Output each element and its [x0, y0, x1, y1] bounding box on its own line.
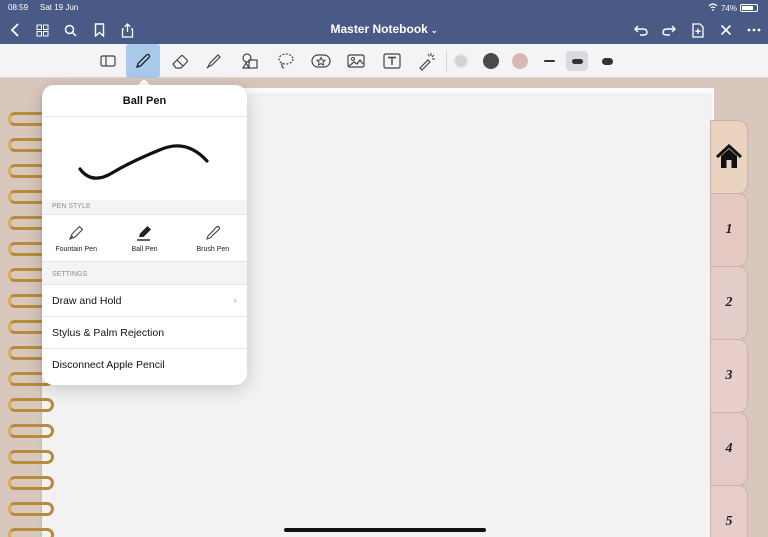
pen-style-brush[interactable]: Brush Pen — [179, 215, 247, 261]
add-page-icon — [692, 22, 704, 38]
tab-section-5[interactable]: 5 — [710, 485, 748, 537]
eraser-tool-button[interactable] — [166, 47, 194, 75]
status-bar: 08:59 Sat 19 Jun 74% — [0, 3, 768, 15]
undo-icon — [634, 25, 648, 36]
nav-row: Master Notebook ⌄ — [0, 18, 768, 42]
lasso-tool-button[interactable] — [272, 47, 300, 75]
spiral-ring — [8, 424, 54, 438]
page-title: Master Notebook — [330, 22, 428, 36]
popover-title: Ball Pen — [42, 85, 247, 117]
view-mode-button[interactable] — [94, 47, 122, 75]
ball-pen-icon — [137, 225, 152, 241]
tools-toolbar — [0, 44, 768, 78]
tab-section-4[interactable]: 4 — [710, 412, 748, 486]
pen-style-options: Fountain Pen Ball Pen Brush Pen — [42, 214, 247, 262]
view-mode-icon — [100, 55, 116, 67]
sticker-icon — [311, 54, 331, 68]
stroke-preview-icon — [78, 144, 209, 180]
notebook-title-button[interactable]: Master Notebook ⌄ — [0, 22, 768, 36]
color-swatch-dark-gray[interactable] — [483, 53, 499, 69]
text-tool-button[interactable] — [378, 47, 406, 75]
spiral-ring — [8, 398, 54, 412]
image-icon — [347, 54, 365, 68]
top-bar: 08:59 Sat 19 Jun 74% Master Notebook ⌄ — [0, 0, 768, 44]
pen-tool-button[interactable] — [126, 44, 160, 78]
spiral-ring — [8, 528, 54, 537]
shapes-icon — [241, 53, 258, 69]
chevron-right-icon: › — [233, 294, 237, 307]
spiral-ring — [8, 450, 54, 464]
more-icon — [747, 28, 761, 32]
toolbar-divider — [446, 50, 447, 72]
tab-home[interactable] — [710, 120, 748, 194]
setting-label: Disconnect Apple Pencil — [52, 359, 165, 371]
setting-label: Draw and Hold — [52, 294, 122, 307]
pen-settings-popover: Ball Pen PEN STYLE Fountain Pen Ball Pen… — [42, 85, 247, 385]
pen-style-section-label: PEN STYLE — [42, 200, 247, 214]
shapes-tool-button[interactable] — [236, 47, 264, 75]
stylus-palm-rejection-row[interactable]: Stylus & Palm Rejection — [42, 317, 247, 349]
status-time: 08:59 — [8, 3, 29, 12]
tab-section-1[interactable]: 1 — [710, 193, 748, 267]
thickness-medium-button[interactable] — [566, 51, 588, 71]
eraser-icon — [172, 54, 189, 69]
pen-icon — [136, 53, 151, 68]
medium-line-icon — [571, 58, 583, 64]
highlighter-icon — [206, 54, 221, 69]
lasso-icon — [278, 53, 294, 69]
home-icon — [715, 144, 743, 168]
setting-label: Stylus & Palm Rejection — [52, 326, 165, 339]
section-tabs: 1 2 3 4 5 — [710, 120, 768, 537]
thick-line-icon — [601, 57, 613, 65]
laser-pointer-icon — [419, 53, 435, 71]
draw-and-hold-row[interactable]: Draw and Hold › — [42, 285, 247, 317]
tab-section-2[interactable]: 2 — [710, 266, 748, 340]
close-icon — [720, 24, 732, 36]
pen-style-label: Ball Pen — [131, 245, 158, 253]
disconnect-apple-pencil-row[interactable]: Disconnect Apple Pencil — [42, 349, 247, 381]
settings-section-label: SETTINGS — [42, 262, 247, 284]
chevron-down-icon: ⌄ — [430, 26, 438, 35]
pen-style-ball[interactable]: Ball Pen — [110, 215, 178, 261]
status-date: Sat 19 Jun — [40, 3, 79, 12]
pen-stroke-preview — [42, 117, 247, 200]
add-page-button[interactable] — [687, 20, 709, 40]
thickness-thick-button[interactable] — [596, 51, 618, 71]
sticker-tool-button[interactable] — [307, 47, 335, 75]
spiral-ring — [8, 502, 54, 516]
image-tool-button[interactable] — [342, 47, 370, 75]
pen-style-label: Fountain Pen — [55, 245, 97, 253]
more-button[interactable] — [743, 20, 765, 40]
laser-pointer-tool-button[interactable] — [413, 47, 441, 75]
wifi-icon — [708, 3, 718, 13]
pen-style-fountain[interactable]: Fountain Pen — [42, 215, 110, 261]
thin-line-icon — [543, 60, 555, 62]
spiral-ring — [8, 476, 54, 490]
thickness-thin-button[interactable] — [538, 51, 560, 71]
fountain-pen-icon — [69, 225, 84, 240]
color-swatch-pink[interactable] — [512, 53, 528, 69]
pen-style-label: Brush Pen — [196, 245, 230, 253]
tab-section-3[interactable]: 3 — [710, 339, 748, 413]
home-indicator[interactable] — [284, 528, 486, 532]
battery-icon — [740, 4, 758, 12]
battery-indicator: 74% — [708, 3, 758, 13]
redo-button[interactable] — [658, 20, 680, 40]
brush-pen-icon — [206, 225, 220, 240]
text-icon — [383, 53, 401, 69]
settings-list: Draw and Hold › Stylus & Palm Rejection … — [42, 284, 247, 381]
color-swatch-light-gray[interactable] — [453, 53, 469, 69]
highlighter-tool-button[interactable] — [200, 47, 228, 75]
close-button[interactable] — [715, 20, 737, 40]
battery-percent: 74% — [720, 3, 737, 13]
redo-icon — [662, 25, 676, 36]
undo-button[interactable] — [630, 20, 652, 40]
